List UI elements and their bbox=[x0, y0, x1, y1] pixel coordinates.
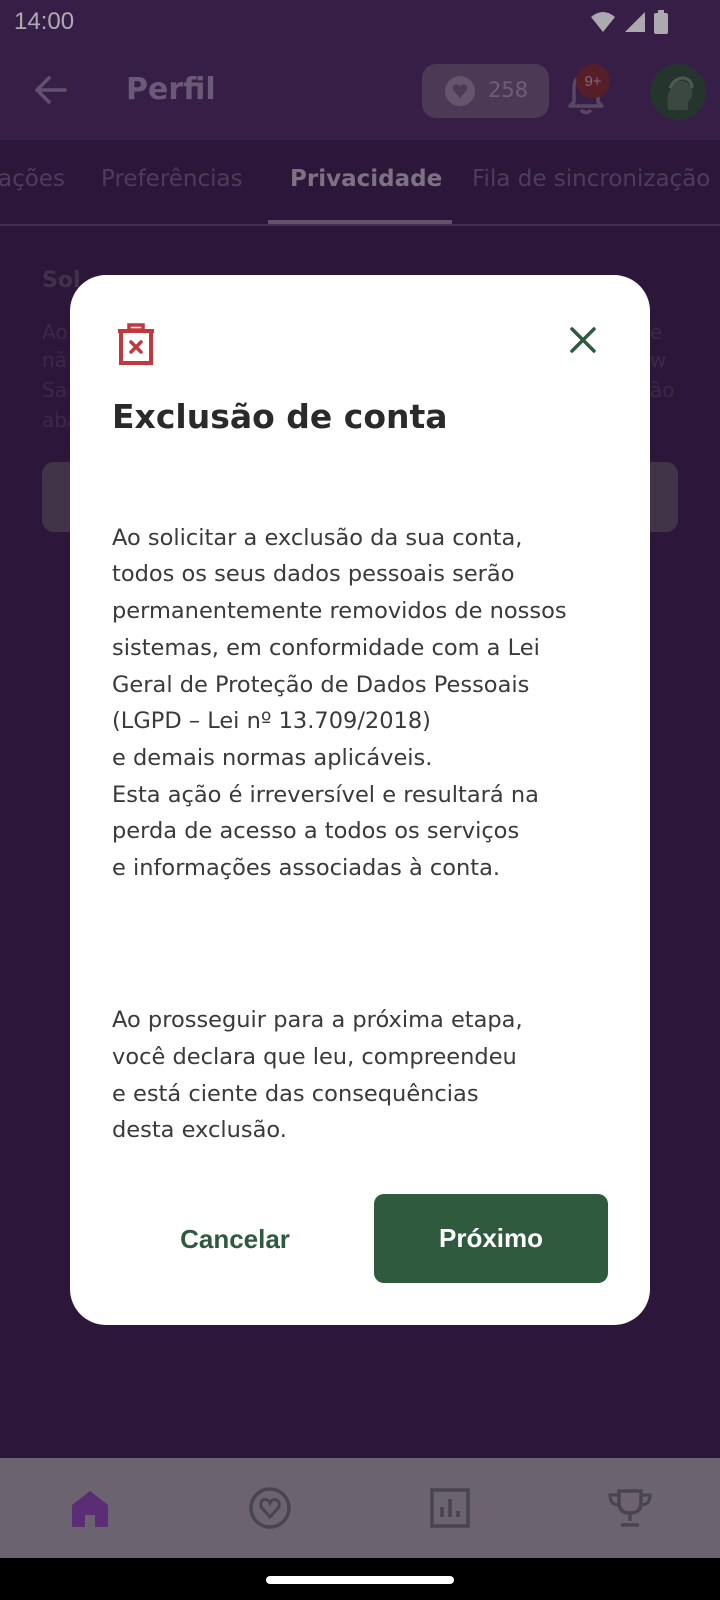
nav-trophies[interactable] bbox=[602, 1480, 658, 1536]
bottom-navigation bbox=[0, 1458, 720, 1558]
trophy-icon bbox=[608, 1489, 652, 1527]
nav-favorites[interactable] bbox=[242, 1480, 298, 1536]
delete-account-dialog: Exclusão de conta Ao solicitar a exclusã… bbox=[70, 275, 650, 1325]
chart-icon bbox=[430, 1488, 470, 1528]
cancel-button[interactable]: Cancelar bbox=[130, 1195, 340, 1283]
trash-x-icon bbox=[118, 323, 154, 365]
heart-circle-icon bbox=[249, 1487, 291, 1529]
home-icon bbox=[72, 1491, 108, 1527]
close-icon bbox=[570, 327, 596, 353]
dialog-title: Exclusão de conta bbox=[112, 397, 448, 436]
next-button[interactable]: Próximo bbox=[374, 1194, 608, 1283]
close-button[interactable] bbox=[566, 323, 600, 357]
dialog-paragraph-2: Ao prosseguir para a próxima etapa, você… bbox=[112, 1007, 523, 1144]
nav-home[interactable] bbox=[62, 1480, 118, 1536]
home-indicator[interactable] bbox=[266, 1576, 454, 1584]
dialog-body: Ao solicitar a exclusão da sua conta, to… bbox=[112, 483, 612, 1186]
nav-stats[interactable] bbox=[422, 1480, 478, 1536]
dialog-paragraph-1: Ao solicitar a exclusão da sua conta, to… bbox=[112, 524, 567, 882]
